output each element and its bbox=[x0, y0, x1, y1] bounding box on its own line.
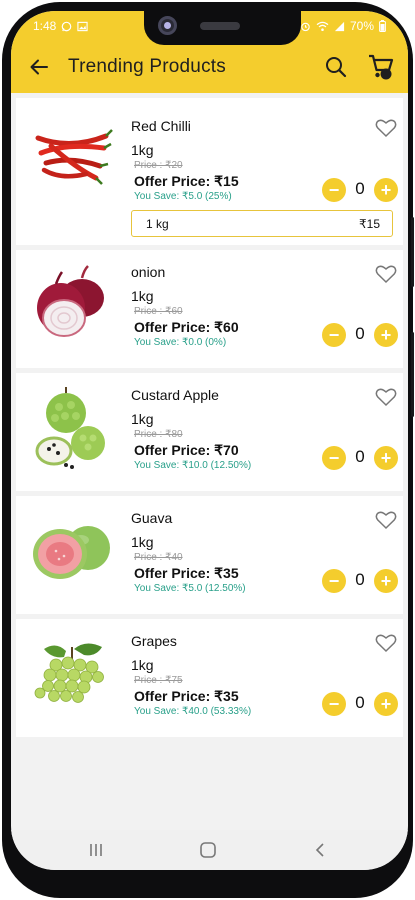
product-weight: 1kg bbox=[131, 142, 154, 158]
product-offer-price: Offer Price: ₹35 bbox=[134, 688, 239, 704]
power-button bbox=[411, 332, 414, 417]
signal-icon bbox=[334, 21, 345, 31]
quantity-value: 0 bbox=[355, 570, 365, 589]
product-weight: 1kg bbox=[131, 411, 154, 427]
battery-icon bbox=[379, 20, 386, 32]
product-offer-price: Offer Price: ₹70 bbox=[134, 442, 239, 458]
volume-button bbox=[411, 217, 414, 287]
product-weight: 1kg bbox=[131, 288, 154, 304]
onion-image bbox=[37, 265, 104, 337]
heart-icon[interactable] bbox=[375, 387, 397, 407]
product-card-grapes[interactable]: Grapes 1kg Price : ₹75 Offer Price: ₹35 … bbox=[16, 619, 403, 737]
heart-icon[interactable] bbox=[375, 264, 397, 284]
gallery-icon bbox=[77, 21, 88, 31]
product-savings: You Save: ₹10.0 (12.50%) bbox=[134, 460, 252, 471]
product-price: Price : ₹60 bbox=[134, 306, 183, 317]
product-savings: You Save: ₹40.0 (53.33%) bbox=[134, 706, 252, 717]
phone-frame: 1:48 70% Trending Products Red Chilli 1k… bbox=[2, 2, 414, 898]
heart-icon[interactable] bbox=[375, 118, 397, 138]
decrease-quantity-button[interactable]: − bbox=[322, 569, 346, 593]
increase-quantity-button[interactable]: + bbox=[374, 569, 398, 593]
product-name: Grapes bbox=[131, 633, 177, 649]
alarm-icon bbox=[301, 22, 310, 31]
product-savings: You Save: ₹5.0 (25%) bbox=[134, 191, 232, 202]
product-savings: You Save: ₹5.0 (12.50%) bbox=[134, 583, 246, 594]
guava-image bbox=[33, 526, 110, 579]
search-button[interactable] bbox=[322, 53, 350, 81]
camera-notch bbox=[144, 11, 301, 45]
arrow-left-icon bbox=[30, 59, 48, 75]
front-camera bbox=[158, 16, 177, 35]
increase-quantity-button[interactable]: + bbox=[374, 446, 398, 470]
product-price: Price : ₹80 bbox=[134, 429, 183, 440]
wifi-icon bbox=[316, 21, 329, 31]
product-card-onion[interactable]: onion 1kg Price : ₹60 Offer Price: ₹60 Y… bbox=[16, 250, 403, 368]
product-name: Red Chilli bbox=[131, 118, 191, 134]
product-card-custard-apple[interactable]: Custard Apple 1kg Price : ₹80 Offer Pric… bbox=[16, 373, 403, 491]
screen: 1:48 70% Trending Products Red Chilli 1k… bbox=[11, 11, 408, 870]
recents-button[interactable] bbox=[84, 838, 108, 862]
increase-quantity-button[interactable]: + bbox=[374, 323, 398, 347]
decrease-quantity-button[interactable]: − bbox=[322, 446, 346, 470]
home-button[interactable] bbox=[196, 838, 220, 862]
product-weight: 1kg bbox=[131, 534, 154, 550]
quantity-value: 0 bbox=[355, 179, 365, 198]
product-savings: You Save: ₹0.0 (0%) bbox=[134, 337, 227, 348]
product-name: onion bbox=[131, 264, 166, 280]
decrease-quantity-button[interactable]: − bbox=[322, 178, 346, 202]
battery-percent: 70% bbox=[349, 19, 374, 33]
increase-quantity-button[interactable]: + bbox=[374, 178, 398, 202]
app-bar: Trending Products bbox=[11, 47, 408, 89]
quantity-stepper: − 0 + bbox=[322, 692, 398, 716]
quantity-stepper: − 0 + bbox=[322, 446, 398, 470]
product-offer-price: Offer Price: ₹35 bbox=[134, 565, 239, 581]
page-title: Trending Products bbox=[68, 56, 226, 77]
heart-icon[interactable] bbox=[375, 633, 397, 653]
earpiece-speaker bbox=[200, 22, 240, 30]
quantity-stepper: − 0 + bbox=[322, 569, 398, 593]
custard-apple-image bbox=[35, 387, 105, 469]
quantity-stepper: − 0 + bbox=[322, 323, 398, 347]
decrease-quantity-button[interactable]: − bbox=[322, 692, 346, 716]
back-chevron-icon bbox=[315, 843, 324, 857]
product-price: Price : ₹20 bbox=[134, 160, 183, 171]
header: 1:48 70% Trending Products bbox=[11, 11, 408, 93]
product-name: Guava bbox=[131, 510, 173, 526]
increase-quantity-button[interactable]: + bbox=[374, 692, 398, 716]
red-chilli-image bbox=[35, 129, 113, 185]
whatsapp-icon bbox=[62, 21, 72, 31]
search-icon bbox=[326, 57, 347, 78]
home-icon bbox=[200, 842, 216, 858]
quantity-value: 0 bbox=[355, 693, 365, 712]
product-weight: 1kg bbox=[131, 657, 154, 673]
grapes-image bbox=[34, 643, 104, 703]
system-nav-bar bbox=[11, 830, 408, 870]
cart-button[interactable] bbox=[367, 52, 395, 82]
recents-icon bbox=[90, 844, 102, 856]
variant-select[interactable]: 1 kg ₹15 bbox=[131, 210, 393, 237]
quantity-value: 0 bbox=[355, 447, 365, 466]
product-offer-price: Offer Price: ₹15 bbox=[134, 173, 239, 189]
quantity-stepper: − 0 + bbox=[322, 178, 398, 202]
variant-label: 1 kg bbox=[146, 217, 169, 231]
back-button[interactable] bbox=[25, 53, 53, 81]
product-card-guava[interactable]: Guava 1kg Price : ₹40 Offer Price: ₹35 Y… bbox=[16, 496, 403, 614]
quantity-value: 0 bbox=[355, 324, 365, 343]
variant-price: ₹15 bbox=[359, 217, 380, 231]
product-card-red-chilli[interactable]: Red Chilli 1kg Price : ₹20 Offer Price: … bbox=[16, 98, 403, 245]
decrease-quantity-button[interactable]: − bbox=[322, 323, 346, 347]
system-back-button[interactable] bbox=[308, 838, 332, 862]
product-name: Custard Apple bbox=[131, 387, 219, 403]
product-price: Price : ₹40 bbox=[134, 552, 183, 563]
cart-icon bbox=[369, 54, 394, 80]
heart-icon[interactable] bbox=[375, 510, 397, 530]
product-offer-price: Offer Price: ₹60 bbox=[134, 319, 239, 335]
status-time: 1:48 bbox=[33, 19, 57, 33]
product-price: Price : ₹75 bbox=[134, 675, 183, 686]
